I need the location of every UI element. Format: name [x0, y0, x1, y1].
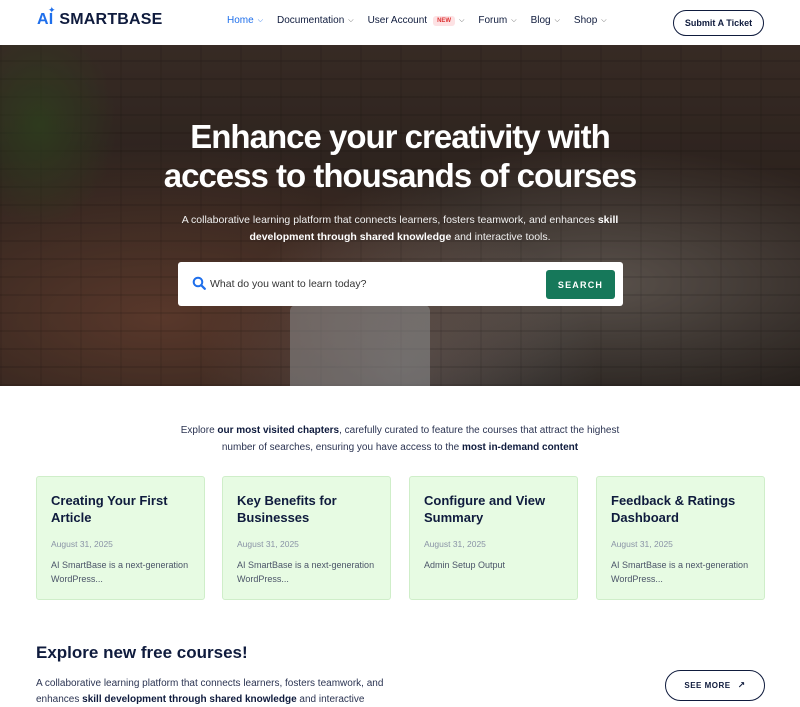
new-badge: NEW: [433, 15, 456, 26]
hero-section: Enhance your creativity with access to t…: [0, 45, 800, 386]
site-header: AI ✦ SMARTBASE Home ⌵ Documentation ⌵ Us…: [0, 0, 800, 45]
nav-forum[interactable]: Forum ⌵: [478, 15, 516, 26]
card-title[interactable]: Creating Your First Article: [51, 492, 190, 532]
intro-text-a: Explore: [180, 425, 218, 436]
intro-text-bold-2: most in-demand content: [462, 442, 579, 453]
card-title[interactable]: Key Benefits for Businesses: [237, 492, 376, 532]
chevron-down-icon: ⌵: [459, 16, 465, 24]
card-description: AI SmartBase is a next-generation WordPr…: [237, 560, 375, 584]
nav-blog-label: Blog: [530, 15, 551, 26]
chevron-down-icon: ⌵: [257, 16, 263, 24]
hero-subtitle-text: A collaborative learning platform that c…: [181, 214, 598, 226]
card-date: August 31, 2025: [611, 539, 673, 549]
nav-blog[interactable]: Blog ⌵: [531, 15, 560, 26]
intro-text: Explore our most visited chapters, caref…: [180, 422, 620, 456]
search-bar: SEARCH: [178, 262, 623, 306]
card-description: AI SmartBase is a next-generation WordPr…: [611, 560, 749, 584]
chevron-down-icon: ⌵: [348, 16, 354, 24]
hero-title-line2: access to thousands of courses: [163, 157, 638, 194]
card-date: August 31, 2025: [424, 539, 486, 549]
card-date: August 31, 2025: [51, 539, 113, 549]
nav-shop[interactable]: Shop ⌵: [574, 15, 607, 26]
search-button[interactable]: SEARCH: [546, 270, 615, 299]
nav-user-account-label: User Account: [367, 15, 428, 26]
card-date: August 31, 2025: [237, 539, 299, 549]
chevron-down-icon: ⌵: [554, 16, 560, 24]
nav-documentation[interactable]: Documentation ⌵: [277, 15, 354, 26]
nav-forum-label: Forum: [478, 15, 508, 26]
chapter-card[interactable]: Creating Your First Article August 31, 2…: [36, 476, 205, 600]
nav-user-account[interactable]: User Account NEW ⌵: [368, 15, 465, 26]
chevron-down-icon: ⌵: [601, 16, 607, 24]
search-icon: [192, 276, 206, 290]
card-title[interactable]: Feedback & Ratings Dashboard: [611, 492, 750, 532]
explore-heading: Explore new free courses!: [36, 643, 248, 662]
chevron-down-icon: ⌵: [511, 16, 517, 24]
sparkle-icon: ✦: [48, 5, 56, 15]
see-more-label: SEE MORE: [684, 681, 731, 690]
hero-title: Enhance your creativity with access to t…: [0, 117, 800, 195]
nav-documentation-label: Documentation: [277, 15, 345, 26]
main-nav: Home ⌵ Documentation ⌵ User Account NEW …: [227, 15, 621, 26]
explore-description: A collaborative learning platform that c…: [36, 676, 406, 707]
site-logo[interactable]: AI ✦ SMARTBASE: [37, 5, 163, 29]
see-more-button[interactable]: SEE MORE ↗: [665, 670, 765, 701]
chapter-card[interactable]: Key Benefits for Businesses August 31, 2…: [222, 476, 391, 600]
submit-ticket-button[interactable]: Submit A Ticket: [673, 10, 764, 36]
chapter-card[interactable]: Feedback & Ratings Dashboard August 31, …: [596, 476, 765, 600]
card-description: Admin Setup Output: [424, 560, 506, 570]
hero-subtitle-end: and interactive tools.: [451, 231, 551, 243]
card-title[interactable]: Configure and View Summary: [424, 492, 563, 532]
search-input[interactable]: [210, 274, 530, 294]
trend-arrow-icon: ↗: [737, 680, 746, 690]
logo-name: SMARTBASE: [59, 11, 163, 28]
card-description: AI SmartBase is a next-generation WordPr…: [51, 560, 189, 584]
nav-home-label: Home: [227, 15, 254, 26]
nav-home[interactable]: Home ⌵: [227, 15, 263, 26]
hero-subtitle: A collaborative learning platform that c…: [180, 212, 620, 246]
nav-shop-label: Shop: [573, 15, 598, 26]
intro-text-bold-1: our most visited chapters: [217, 425, 340, 436]
hero-title-line1: Enhance your creativity with: [190, 118, 610, 155]
explore-desc-c: and interactive: [296, 694, 365, 705]
chapter-card[interactable]: Configure and View Summary August 31, 20…: [409, 476, 578, 600]
explore-desc-bold: skill development through shared knowled…: [82, 694, 297, 705]
